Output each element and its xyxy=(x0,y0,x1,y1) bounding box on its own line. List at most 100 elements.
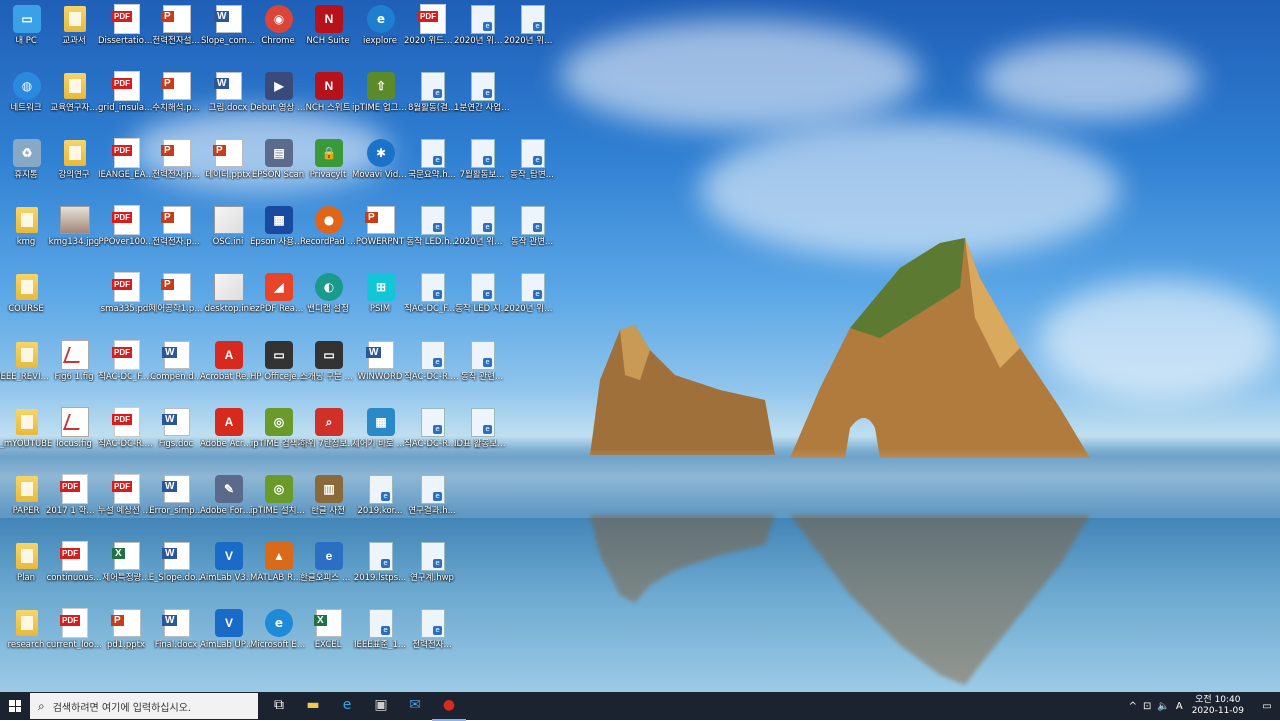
desktop-icon[interactable]: 2020년 위드한자서... xyxy=(504,272,560,314)
desktop-icon[interactable]: 2019.kor... xyxy=(354,474,408,516)
desktop[interactable]: ▭ 내 PC ◍ 네트워크 ♻ 휴지통 kmg COURSE IEEE_REVIEW _mYOUT… xyxy=(0,0,1280,692)
desktop-icon[interactable]: N NCH 스위트 xyxy=(302,71,356,113)
notification-center-icon[interactable]: ▭ xyxy=(1254,692,1280,720)
desktop-icon[interactable]: locus.fig xyxy=(48,407,102,449)
desktop-icon[interactable]: sma335.pdf xyxy=(100,272,154,314)
desktop-icon[interactable]: ▶ Debut 영상 캡쳐 프로... xyxy=(250,71,306,113)
desktop-icon[interactable]: ◎ ipTIME 설치 도우미 xyxy=(250,474,306,516)
desktop-icon[interactable]: N NCH Suite xyxy=(302,4,356,46)
store-button[interactable]: ▣ xyxy=(364,691,398,719)
desktop-icon[interactable]: 수치해석.p... xyxy=(150,71,204,113)
desktop-icon[interactable]: ▦ Epson 사용설명... xyxy=(250,205,306,247)
desktop-icon[interactable]: 7월활동보... xyxy=(456,138,510,180)
desktop-icon[interactable]: 전력전자설... xyxy=(150,4,204,46)
mail-button[interactable]: ✉ xyxy=(398,691,432,719)
desktop-icon[interactable]: 강의연구 xyxy=(48,138,102,180)
edge-button[interactable]: e xyxy=(330,691,364,719)
desktop-icon[interactable]: 전력전자.p... xyxy=(150,205,204,247)
desktop-icon[interactable]: 동작 관변... xyxy=(506,205,560,247)
desktop-icon[interactable]: ◐ 밴디캠 설정 xyxy=(302,272,356,314)
desktop-icon[interactable]: ⇧ ipTIME 업그레이... xyxy=(352,71,408,113)
desktop-icon[interactable]: 국문요약.h... xyxy=(406,138,460,180)
desktop-icon[interactable]: 그림.docx xyxy=(202,71,256,113)
desktop-icon[interactable]: 제어특정량... xyxy=(100,541,154,583)
desktop-icon[interactable]: COURSE xyxy=(0,272,54,314)
ime-indicator[interactable]: A xyxy=(1176,701,1183,712)
desktop-icon[interactable]: ▭ HP Officejet Pro 8100 xyxy=(250,340,306,382)
desktop-icon[interactable]: 교육연구자... xyxy=(48,71,102,113)
desktop-icon[interactable]: 동작 LED.h... xyxy=(406,205,460,247)
desktop-icon[interactable]: 2019.lstps... xyxy=(354,541,408,583)
desktop-icon[interactable]: ◢ ezPDF Reader K... xyxy=(250,272,306,314)
desktop-icon[interactable]: Fig6 1.fig xyxy=(48,340,102,382)
desktop-icon[interactable]: V AimLab V3 Internet S... xyxy=(200,541,256,583)
desktop-icon[interactable]: e iexplore xyxy=(354,4,408,46)
desktop-icon[interactable]: 교과서 xyxy=(48,4,102,46)
desktop-icon[interactable]: 8월활동(결... xyxy=(406,71,460,113)
desktop-icon[interactable]: ◎ ipTIME 검색기 xyxy=(251,407,306,449)
desktop-icon[interactable]: POWERPNT xyxy=(354,205,408,247)
desktop-icon[interactable]: A Acrobat Reader DC xyxy=(200,340,256,382)
desktop-icon[interactable]: 전력전자... xyxy=(406,608,460,650)
desktop-icon[interactable]: 전력전자.p... xyxy=(150,138,204,180)
desktop-icon[interactable]: ◉ Chrome xyxy=(252,4,306,46)
desktop-icon[interactable]: 직AC-DC_F.pdf xyxy=(98,340,154,382)
desktop-icon[interactable]: 동작 LED 지... xyxy=(455,272,510,314)
task-view-button[interactable]: ⧉ xyxy=(262,691,296,719)
desktop-icon[interactable]: kmg134.jpg xyxy=(48,205,102,247)
desktop-icon[interactable]: ⌕ 하위 7탄정보리... xyxy=(300,407,356,449)
desktop-icon[interactable]: ⊞ PSIM xyxy=(354,272,408,314)
desktop-icon[interactable]: 연구결과.h... xyxy=(406,474,460,516)
desktop-icon[interactable]: 누설 예상선 제작 서식... xyxy=(98,474,154,516)
desktop-icon[interactable]: ▥ 한글 사전 xyxy=(302,474,356,516)
desktop-icon[interactable]: 1분연간 사업 입력 ... xyxy=(454,71,510,113)
desktop-icon[interactable]: 직AC-DC-R.hwp xyxy=(404,340,460,382)
desktop-icon[interactable]: WINWORD xyxy=(354,340,408,382)
desktop-icon[interactable]: ● RecordPad Sound R... xyxy=(300,205,356,247)
desktop-icon[interactable]: V AimLab UPC자기비 xyxy=(200,608,256,650)
desktop-icon[interactable]: Figs.doc xyxy=(150,407,204,449)
desktop-icon[interactable]: 2017 1 학기 강의 자석... xyxy=(46,474,102,516)
desktop-icon[interactable]: ▦ 제어기 바로 가기 xyxy=(352,407,408,449)
desktop-icon[interactable]: IEEE표준_1... xyxy=(354,608,408,650)
desktop-icon[interactable]: EXCEL xyxy=(302,608,356,650)
desktop-icon[interactable]: Error_simp... xyxy=(149,474,204,516)
desktop-icon[interactable]: PPOver100... xyxy=(98,205,154,247)
desktop-icon[interactable]: grid_insulat... xyxy=(98,71,154,113)
start-button[interactable] xyxy=(0,692,30,720)
desktop-icon[interactable]: 직AC-DC-R.pdf xyxy=(98,407,154,449)
desktop-icon[interactable]: ✎ Adobe FormsCentral xyxy=(200,474,256,516)
desktop-icon[interactable]: 데이터.pptx xyxy=(202,138,256,180)
desktop-icon[interactable]: desktop.ini xyxy=(202,272,256,314)
desktop-icon[interactable]: 2020 위드한자서... xyxy=(404,4,460,46)
desktop-icon[interactable]: 동작 관련... xyxy=(456,340,510,382)
desktop-icon[interactable]: 직AC-DC_F.hwp xyxy=(404,272,460,314)
desktop-icon[interactable]: pd1.pptx xyxy=(100,608,154,650)
taskbar-search-box[interactable]: ⌕ 검색하려면 여기에 입력하십시오. xyxy=(30,693,258,719)
desktop-icon[interactable]: Final.docx xyxy=(150,608,204,650)
desktop-icon[interactable]: Compen.d... xyxy=(150,340,204,382)
desktop-icon[interactable]: Slope_com... xyxy=(201,4,256,46)
desktop-icon[interactable]: 연구계.hwp xyxy=(406,541,460,583)
desktop-icon[interactable]: ▲ MATLAB R2014a xyxy=(250,541,306,583)
desktop-icon[interactable]: ▭ 스캐닝 구분 HP Offic... xyxy=(300,340,356,382)
desktop-icon[interactable]: 2020년 위드한자서... xyxy=(454,4,510,46)
desktop-icon[interactable]: e Microsoft Edge xyxy=(250,608,306,650)
desktop-icon[interactable]: E_Slope.do... xyxy=(149,541,204,583)
desktop-icon[interactable]: 직AC-DC-R.hwp xyxy=(404,407,460,449)
desktop-icon[interactable]: 제어공학1.p... xyxy=(150,272,204,314)
file-explorer-button[interactable]: ▬ xyxy=(296,691,330,719)
desktop-icon[interactable]: current_loo... xyxy=(46,608,102,650)
desktop-icon[interactable]: continuous... xyxy=(47,541,102,583)
desktop-icon[interactable]: IEANGE_EAR... xyxy=(98,138,154,180)
desktop-icon[interactable]: ID표 활동보고(... xyxy=(454,407,510,449)
desktop-icon[interactable]: 2020년 위드한자서... xyxy=(454,205,510,247)
recorder-app-button[interactable]: ● xyxy=(432,691,466,721)
show-hidden-icons-chevron-icon[interactable]: ^ xyxy=(1129,701,1137,712)
desktop-icon[interactable]: 🔒 PrivacyIt xyxy=(302,138,356,180)
desktop-icon[interactable]: 2020년 위드한자서... xyxy=(504,4,560,46)
volume-icon[interactable]: 🔈 xyxy=(1157,701,1169,712)
desktop-icon[interactable]: A Adobe Acrobat xyxy=(200,407,256,449)
desktop-icon[interactable]: ▤ EPSON Scan xyxy=(252,138,306,180)
network-icon[interactable]: ⊡ xyxy=(1143,701,1151,712)
